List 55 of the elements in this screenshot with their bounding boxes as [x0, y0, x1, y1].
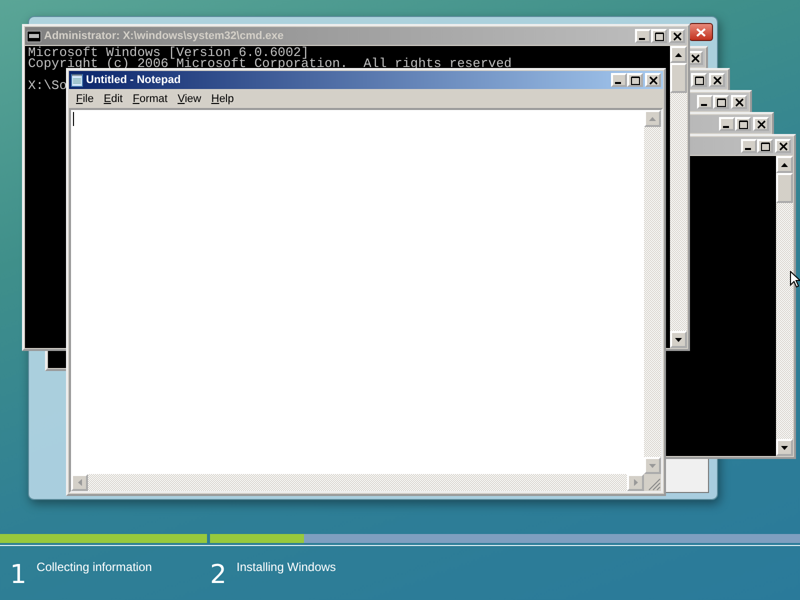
maximize-icon — [716, 98, 726, 106]
scroll-down-button[interactable] — [776, 439, 793, 456]
menu-item[interactable]: Edit — [98, 92, 128, 106]
scroll-right-button[interactable] — [627, 474, 644, 491]
console-icon — [27, 30, 41, 42]
minimize-icon — [639, 38, 645, 40]
step-number: 2 — [210, 560, 227, 592]
scrollbar-thumb[interactable] — [776, 173, 793, 203]
down-arrow-icon — [675, 338, 682, 342]
maximize-icon — [694, 76, 704, 84]
minimize-icon — [701, 104, 707, 106]
left-arrow-icon — [78, 479, 82, 486]
close-button[interactable] — [689, 23, 713, 41]
step-number: 1 — [10, 560, 27, 592]
maximize-button[interactable] — [627, 73, 643, 87]
console-line: Microsoft Windows [Version 6.0.6002] — [28, 47, 309, 58]
maximize-icon — [738, 120, 748, 128]
down-arrow-icon — [781, 446, 788, 450]
maximize-icon — [760, 142, 770, 150]
menu-item[interactable]: File — [71, 92, 99, 106]
close-icon — [672, 32, 682, 40]
mouse-pointer-icon — [790, 271, 800, 288]
scroll-up-button[interactable] — [670, 46, 687, 63]
close-icon — [648, 76, 658, 84]
maximize-icon — [630, 76, 640, 84]
up-arrow-icon — [675, 52, 682, 56]
minimize-icon — [745, 148, 751, 150]
up-arrow-icon — [649, 116, 656, 120]
close-icon — [696, 28, 706, 36]
menu-item[interactable]: Help — [206, 92, 239, 106]
scroll-up-button[interactable] — [776, 156, 793, 173]
scroll-down-button[interactable] — [670, 331, 687, 348]
close-icon — [690, 54, 700, 62]
close-icon — [756, 120, 766, 128]
minimize-icon — [615, 82, 621, 84]
close-icon — [734, 98, 744, 106]
close-icon — [712, 76, 722, 84]
maximize-icon — [654, 32, 664, 40]
menu-item[interactable]: Format — [128, 92, 173, 106]
minimize-icon — [723, 126, 729, 128]
minimize-button[interactable] — [611, 73, 627, 87]
close-icon — [778, 142, 788, 150]
console-line: X:\So — [28, 80, 68, 91]
right-arrow-icon — [634, 479, 638, 486]
step-label: Collecting information — [36, 560, 152, 574]
scroll-left-button[interactable] — [71, 474, 88, 491]
notepad-icon — [71, 73, 83, 87]
up-arrow-icon — [781, 162, 788, 166]
step-label: Installing Windows — [236, 560, 336, 574]
down-arrow-icon — [649, 464, 656, 468]
text-cursor — [73, 112, 74, 126]
menu-item[interactable]: View — [172, 92, 206, 106]
window-title: Administrator: X:\windows\system32\cmd.exe — [44, 30, 285, 42]
scrollbar-thumb[interactable] — [670, 63, 687, 93]
window-title: Untitled - Notepad — [86, 74, 182, 86]
